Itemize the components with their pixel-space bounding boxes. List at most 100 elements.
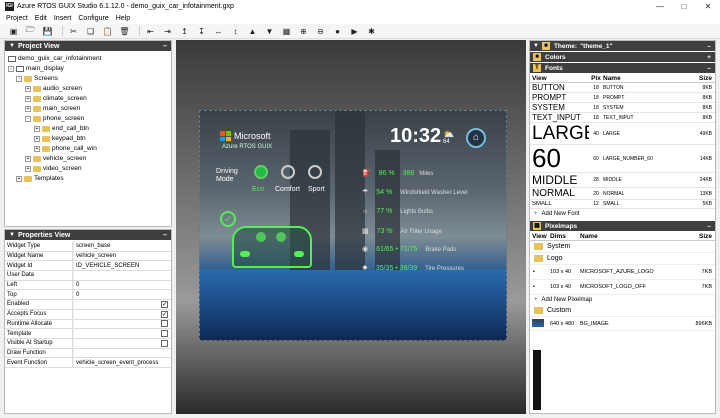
property-value[interactable]: screen_base [73, 242, 171, 251]
delete-icon[interactable]: 🗑 [118, 26, 131, 37]
menu-edit[interactable]: Edit [35, 15, 47, 22]
tree-node-main-display[interactable]: - main_display [8, 64, 64, 73]
play-icon[interactable]: ▶ [348, 26, 361, 37]
collapse-icon[interactable]: – [703, 223, 715, 230]
expand-icon[interactable]: + [25, 85, 31, 92]
cut-icon[interactable]: ✂ [67, 26, 80, 37]
pixelmap-row[interactable]: ▪ 103 x 40 MICROSOFT_AZURE_LOGO 7KB [530, 265, 715, 280]
close-icon[interactable]: ✕ [696, 2, 720, 11]
move-front-icon[interactable]: ▲ [246, 26, 259, 37]
size-to-fit-icon[interactable]: ▦ [280, 26, 293, 37]
equal-height-icon[interactable]: ↕ [229, 26, 242, 37]
align-bottom-icon[interactable]: ↧ [195, 26, 208, 37]
font-row[interactable]: 60 60 LARGE_NUMBER_60 14KB [530, 145, 715, 173]
add-new-font-link[interactable]: + Add New Font [530, 209, 715, 219]
paste-icon[interactable]: 📋 [101, 26, 114, 37]
eco-mode-icon[interactable] [254, 165, 268, 179]
expand-icon[interactable]: - [8, 65, 14, 72]
expand-icon[interactable]: + [25, 95, 31, 102]
pixelmap-group-logo[interactable]: Logo [530, 253, 715, 265]
comfort-mode-icon[interactable] [281, 165, 295, 179]
align-top-icon[interactable]: ↥ [178, 26, 191, 37]
property-value[interactable]: vehicle_screen_event_process [73, 358, 171, 367]
equal-width-icon[interactable]: ↔ [212, 26, 225, 37]
tree-node-phone-call-win[interactable]: + phone_call_win [34, 144, 97, 153]
tree-node-vehicle-screen[interactable]: + vehicle_screen [25, 154, 86, 163]
font-row[interactable]: SYSTEM 18 SYSTEM 8KB [530, 103, 715, 113]
property-value[interactable]: vehicle_screen [73, 251, 171, 261]
tree-node-keypad-btn[interactable]: + keypad_btn [34, 134, 86, 143]
align-right-icon[interactable]: ⇥ [161, 26, 174, 37]
collapse-icon[interactable]: – [159, 232, 171, 239]
enabled-checkbox[interactable]: ✓ [161, 300, 168, 308]
expand-icon[interactable]: + [703, 54, 715, 61]
vehicle-screen-preview[interactable]: Microsoft Azure RTOS GUIX 10:32 64 ⛅ ⌂ D… [199, 110, 507, 341]
visible-at-startup-checkbox[interactable] [161, 339, 168, 347]
macro-record-icon[interactable]: ● [331, 26, 344, 37]
font-row[interactable]: PROMPT 18 PROMPT 8KB [530, 93, 715, 103]
open-folder-icon[interactable]: 🗁 [24, 25, 37, 37]
home-button[interactable]: ⌂ [466, 128, 486, 148]
tree-node-screens[interactable]: - Screens [16, 74, 58, 83]
property-value[interactable]: ID_VEHICLE_SCREEN [73, 261, 171, 271]
font-row[interactable]: TEXT_INPUT 18 TEXT_INPUT 8KB [530, 113, 715, 123]
align-left-icon[interactable]: ⇤ [144, 26, 157, 37]
property-value[interactable] [73, 348, 171, 358]
expand-icon[interactable]: + [16, 175, 22, 182]
pixelmaps-header[interactable]: ▦ Pixelmaps – [530, 221, 715, 231]
menu-configure[interactable]: Configure [78, 15, 108, 22]
menu-help[interactable]: Help [116, 15, 130, 22]
tree-node-project[interactable]: demo_guix_car_infotainment [8, 54, 101, 63]
property-value[interactable]: 0 [73, 280, 171, 290]
move-back-icon[interactable]: ▼ [263, 26, 276, 37]
accepts-focus-checkbox[interactable]: ✓ [161, 310, 168, 318]
collapse-icon[interactable]: – [159, 43, 171, 50]
sport-mode-icon[interactable] [308, 165, 322, 179]
expand-icon[interactable]: + [34, 135, 40, 142]
pixelmap-row[interactable]: 640 x 480 BG_IMAGE 896KB [530, 317, 715, 331]
collapse-icon[interactable]: – [703, 43, 715, 50]
tree-node-phone-screen[interactable]: - phone_screen [25, 114, 84, 123]
expand-icon[interactable]: + [34, 145, 40, 152]
colors-header[interactable]: ■ Colors + [530, 52, 715, 62]
pixelmap-group-system[interactable]: System [530, 241, 715, 253]
tree-node-end-call-btn[interactable]: + end_call_btn [34, 124, 89, 133]
save-icon[interactable]: 💾 [41, 26, 54, 37]
sport-mode-label[interactable]: Sport [308, 186, 325, 193]
expand-icon[interactable]: + [25, 155, 31, 162]
expand-icon[interactable]: - [16, 75, 22, 82]
tree-node-audio-screen[interactable]: + audio_screen [25, 84, 82, 93]
run-icon[interactable]: ✱ [365, 26, 378, 37]
comfort-mode-label[interactable]: Comfort [275, 186, 300, 193]
expand-icon[interactable]: + [25, 105, 31, 112]
theme-value[interactable]: "theme_1" [580, 43, 613, 50]
template-checkbox[interactable] [161, 330, 168, 338]
font-row[interactable]: MIDDLE 28 MIDDLE 24KB [530, 173, 715, 188]
tree-node-templates[interactable]: + Templates [16, 174, 64, 183]
expand-icon[interactable]: + [25, 165, 31, 172]
runtime-allocate-checkbox[interactable] [161, 320, 168, 328]
font-row[interactable]: BUTTON 18 BUTTON 8KB [530, 83, 715, 93]
new-project-icon[interactable]: ▣ [7, 26, 20, 37]
pixelmap-group-custom[interactable]: Custom [530, 305, 715, 317]
property-value[interactable]: 0 [73, 290, 171, 300]
copy-icon[interactable]: ❏ [84, 26, 97, 37]
tree-node-main-screen[interactable]: + main_screen [25, 104, 80, 113]
tree-node-climate-screen[interactable]: + climate_screen [25, 94, 87, 103]
menu-insert[interactable]: Insert [54, 15, 72, 22]
font-row[interactable]: NORMAL 20 NORMAL 13KB [530, 188, 715, 200]
maximize-icon[interactable]: □ [672, 2, 696, 11]
fonts-header[interactable]: T Fonts – [530, 63, 715, 73]
tree-node-video-screen[interactable]: + video_screen [25, 164, 82, 173]
pixelmap-row[interactable]: ▪ 103 x 40 MICROSOFT_LOGO_OFF 7KB [530, 280, 715, 295]
font-row[interactable]: SMALL 12 SMALL 5KB [530, 200, 715, 209]
eco-mode-label[interactable]: Eco [252, 186, 264, 193]
add-new-pixelmap-link[interactable]: + Add New Pixelmap [530, 295, 715, 305]
property-value[interactable] [73, 271, 171, 280]
collapse-icon[interactable]: – [703, 65, 715, 72]
zoom-out-icon[interactable]: ⊖ [314, 26, 327, 37]
expand-icon[interactable]: - [25, 115, 31, 122]
minimize-icon[interactable]: — [648, 2, 672, 11]
menu-project[interactable]: Project [6, 15, 28, 22]
expand-icon[interactable]: + [34, 125, 40, 132]
